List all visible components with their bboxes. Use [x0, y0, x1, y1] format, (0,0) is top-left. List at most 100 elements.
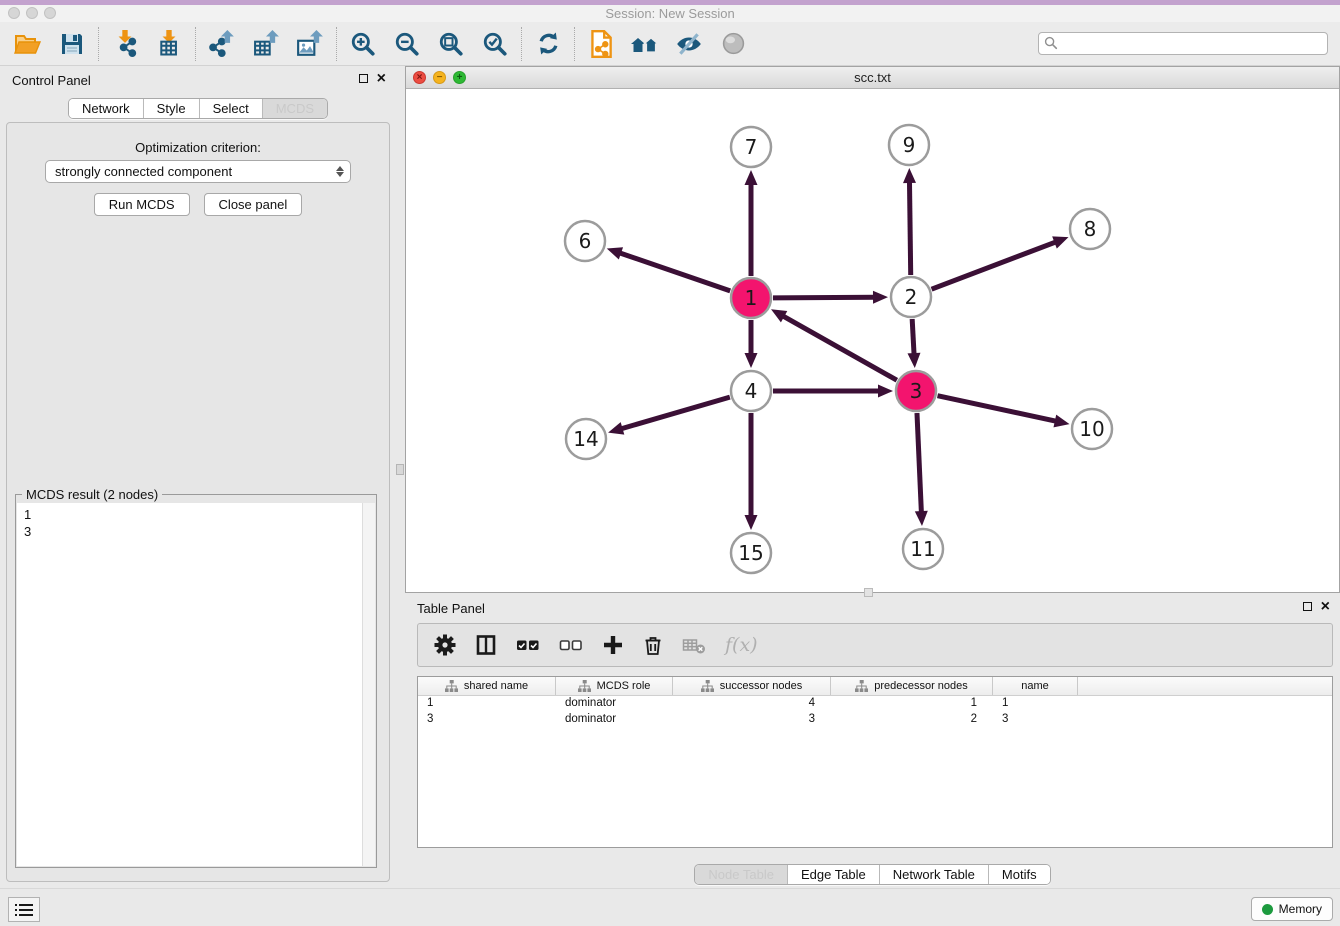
graph-node-9[interactable]: 9	[889, 125, 929, 165]
task-history-button[interactable]	[8, 897, 40, 922]
graph-edge-3-11[interactable]	[917, 413, 921, 514]
column-header-MCDS-role[interactable]: MCDS role	[556, 677, 673, 695]
export-network-icon[interactable]	[204, 28, 240, 60]
zoom-out-icon[interactable]	[389, 28, 425, 60]
close-panel-button[interactable]: Close panel	[204, 193, 303, 216]
close-table-panel-icon[interactable]: ×	[1321, 601, 1330, 612]
graph-arrowhead-3-10	[1053, 415, 1069, 428]
table-tab-node-table[interactable]: Node Table	[695, 865, 788, 884]
table-row[interactable]: 3dominator323	[418, 712, 1332, 728]
table-tabs: Node TableEdge TableNetwork TableMotifs	[405, 864, 1340, 885]
save-session-icon[interactable]	[54, 28, 90, 60]
close-panel-icon[interactable]: ×	[377, 73, 386, 84]
open-file-icon[interactable]	[10, 28, 46, 60]
graph-edge-3-10[interactable]	[938, 396, 1058, 422]
mcds-result-box[interactable]: 1 3	[17, 503, 375, 866]
zoom-fit-icon[interactable]	[433, 28, 469, 60]
refresh-layout-icon[interactable]	[530, 28, 566, 60]
tab-style[interactable]: Style	[144, 99, 200, 118]
function-builder-icon[interactable]: f(x)	[725, 634, 758, 656]
table-tab-network-table[interactable]: Network Table	[880, 865, 989, 884]
gear-icon[interactable]	[434, 634, 456, 656]
zoom-selected-icon[interactable]	[477, 28, 513, 60]
graph-edge-4-14[interactable]	[620, 397, 730, 429]
export-image-icon[interactable]	[292, 28, 328, 60]
delete-column-icon[interactable]	[643, 634, 663, 656]
toolbar-group	[107, 28, 187, 60]
tab-network[interactable]: Network	[69, 99, 144, 118]
search-input[interactable]	[1038, 32, 1328, 55]
graph-arrowhead-1-6	[607, 247, 623, 259]
graph-edge-2-8[interactable]	[932, 241, 1058, 289]
first-neighbors-icon[interactable]	[583, 28, 619, 60]
export-table-icon[interactable]	[248, 28, 284, 60]
run-mcds-button[interactable]: Run MCDS	[94, 193, 190, 216]
tab-select[interactable]: Select	[200, 99, 263, 118]
column-header-shared-name[interactable]: shared name	[418, 677, 556, 695]
deselect-all-icon[interactable]	[559, 636, 583, 654]
column-header-successor-nodes[interactable]: successor nodes	[673, 677, 831, 695]
table-cell: 4	[673, 696, 831, 712]
table-cell: 1	[831, 696, 993, 712]
import-table-icon[interactable]	[151, 28, 187, 60]
zoom-in-icon[interactable]	[345, 28, 381, 60]
optimization-criterion-select[interactable]: strongly connected component	[45, 160, 351, 183]
graph-arrowhead-1-2	[873, 291, 888, 304]
tab-mcds[interactable]: MCDS	[263, 99, 327, 118]
optimization-criterion-label: Optimization criterion:	[7, 140, 389, 155]
svg-text:4: 4	[745, 379, 758, 403]
toolbar-group	[10, 28, 90, 60]
network-canvas[interactable]: 7 9 6 8 1 2 4 3 14 10 15 11	[406, 89, 1339, 592]
table-row[interactable]: 1dominator411	[418, 696, 1332, 712]
graph-node-10[interactable]: 10	[1072, 409, 1112, 449]
svg-text:7: 7	[745, 135, 758, 159]
home-network-icon[interactable]	[627, 28, 663, 60]
window-title: Session: New Session	[0, 6, 1340, 21]
graph-arrowhead-1-7	[745, 170, 758, 185]
network-window-titlebar[interactable]: × − + scc.txt	[406, 67, 1339, 89]
graph-edge-2-9[interactable]	[909, 180, 910, 275]
result-scrollbar[interactable]	[362, 503, 375, 866]
table-cell: 3	[673, 712, 831, 728]
toolbar-group	[204, 28, 328, 60]
toolbar-separator	[98, 27, 99, 61]
graph-node-3[interactable]: 3	[896, 371, 936, 411]
graph-edge-1-2[interactable]	[773, 297, 876, 298]
graph-arrowhead-1-4	[745, 353, 758, 368]
svg-text:14: 14	[573, 427, 598, 451]
table-tab-edge-table[interactable]: Edge Table	[788, 865, 880, 884]
search-field-wrap	[1038, 32, 1328, 55]
column-type-icon	[578, 680, 591, 693]
graph-node-4[interactable]: 4	[731, 371, 771, 411]
memory-button[interactable]: Memory	[1251, 897, 1333, 921]
graph-node-2[interactable]: 2	[891, 277, 931, 317]
graph-node-15[interactable]: 15	[731, 533, 771, 573]
toolbar-separator	[574, 27, 575, 61]
float-table-panel-icon[interactable]	[1303, 602, 1312, 611]
graph-edge-3-1[interactable]	[781, 315, 896, 380]
graph-node-6[interactable]: 6	[565, 221, 605, 261]
bird-eye-icon[interactable]	[715, 28, 751, 60]
float-panel-icon[interactable]	[359, 74, 368, 83]
column-view-icon[interactable]	[475, 634, 497, 656]
graph-node-8[interactable]: 8	[1070, 209, 1110, 249]
delete-table-icon[interactable]	[682, 635, 706, 655]
import-network-icon[interactable]	[107, 28, 143, 60]
graph-node-14[interactable]: 14	[566, 419, 606, 459]
column-header-label: successor nodes	[720, 680, 803, 692]
column-header-name[interactable]: name	[993, 677, 1078, 695]
graph-edge-1-6[interactable]	[618, 252, 730, 290]
column-header-predecessor-nodes[interactable]: predecessor nodes	[831, 677, 993, 695]
panel-splitter-handle[interactable]	[396, 464, 404, 475]
graph-edge-2-3[interactable]	[912, 319, 914, 356]
table-tab-motifs[interactable]: Motifs	[989, 865, 1050, 884]
graph-node-7[interactable]: 7	[731, 127, 771, 167]
network-graph[interactable]: 7 9 6 8 1 2 4 3 14 10 15 11	[406, 89, 1339, 593]
graph-node-11[interactable]: 11	[903, 529, 943, 569]
select-all-icon[interactable]	[516, 636, 540, 654]
graph-node-1[interactable]: 1	[731, 278, 771, 318]
list-icon	[15, 903, 33, 917]
node-table[interactable]: shared nameMCDS role successor nodes prede…	[417, 676, 1333, 848]
add-column-icon[interactable]	[602, 634, 624, 656]
hide-details-icon[interactable]	[671, 28, 707, 60]
